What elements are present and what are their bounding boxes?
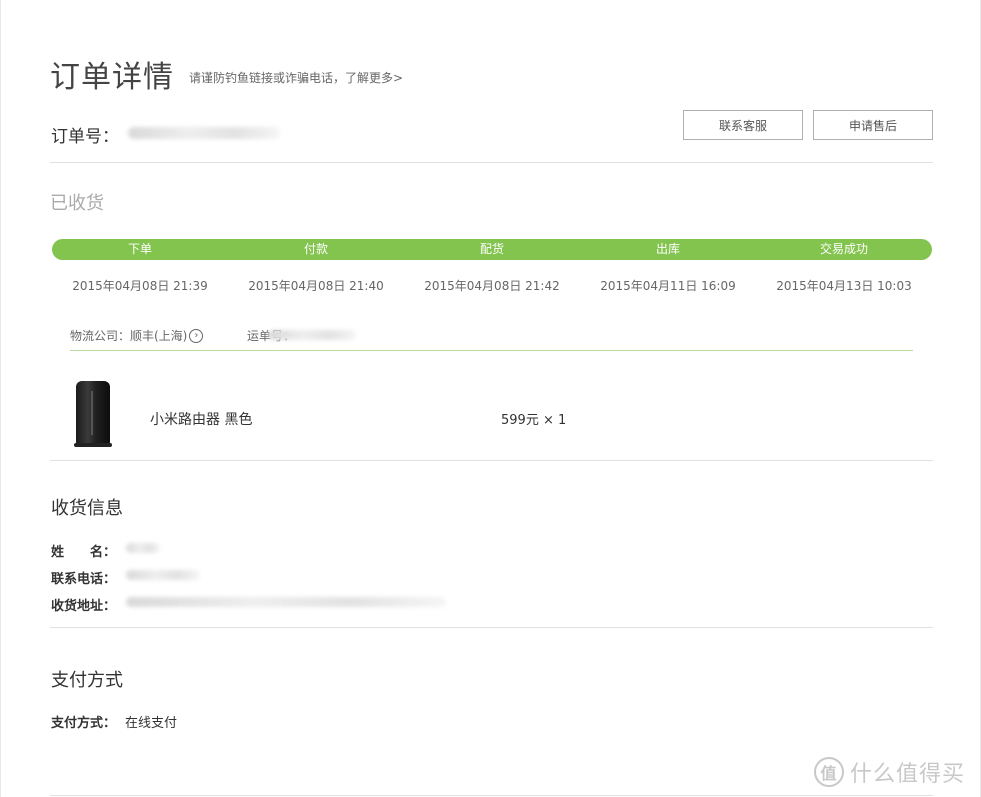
progress-step-complete: 交易成功	[819, 242, 868, 256]
step-time-dispatch: 2015年04月11日 16:09	[600, 279, 736, 293]
site-watermark: 值 什么值得买	[814, 756, 965, 788]
page-title: 订单详情	[50, 60, 174, 95]
recipient-address-label: 收货地址：	[51, 599, 117, 614]
order-progress-bar: 下单 付款 配货 出库 交易成功	[52, 239, 932, 260]
logistics-company-label: 物流公司：顺丰(上海)	[70, 329, 188, 343]
step-time-allocation: 2015年04月08日 21:42	[424, 279, 560, 293]
phishing-warning-link[interactable]: 请谨防钓鱼链接或诈骗电话，了解更多>	[189, 69, 403, 86]
recipient-phone-redacted	[126, 570, 200, 580]
apply-after-sale-button[interactable]: 申请售后	[813, 110, 933, 140]
shipping-info-title: 收货信息	[51, 498, 123, 519]
step-time-order: 2015年04月08日 21:39	[72, 279, 208, 293]
recipient-phone-label: 联系电话：	[51, 572, 117, 587]
step-time-payment: 2015年04月08日 21:40	[248, 279, 384, 293]
step-time-complete: 2015年04月13日 10:03	[776, 279, 912, 293]
divider	[50, 162, 933, 163]
logistics-company[interactable]: 物流公司：顺丰(上海) ›	[70, 327, 204, 344]
payment-method-label: 支付方式：	[51, 716, 117, 731]
progress-step-allocation: 配货	[479, 242, 504, 256]
payment-title: 支付方式	[51, 670, 123, 691]
watermark-text: 什么值得买	[850, 762, 966, 787]
progress-step-payment: 付款	[303, 242, 328, 256]
recipient-name-redacted	[126, 543, 160, 553]
order-number-label: 订单号：	[51, 127, 119, 147]
payment-method-value: 在线支付	[125, 716, 178, 731]
recipient-address-redacted	[126, 597, 446, 607]
logistics-divider	[70, 350, 913, 351]
progress-step-order: 下单	[127, 242, 152, 256]
progress-step-dispatch: 出库	[655, 242, 680, 256]
product-price: 599元 × 1	[501, 413, 567, 428]
product-name-link[interactable]: 小米路由器 黑色	[150, 409, 252, 429]
order-number-value-redacted	[128, 127, 280, 139]
arrow-right-circle-icon[interactable]: ›	[189, 328, 204, 343]
contact-service-button[interactable]: 联系客服	[683, 110, 803, 140]
divider	[50, 460, 933, 461]
watermark-logo-icon: 值	[814, 757, 844, 787]
divider	[50, 627, 933, 628]
router-product-image[interactable]	[74, 381, 112, 447]
divider	[50, 795, 933, 796]
order-status: 已收货	[50, 193, 104, 214]
recipient-name-label: 姓 名：	[51, 545, 117, 560]
waybill-value-redacted	[268, 330, 356, 340]
